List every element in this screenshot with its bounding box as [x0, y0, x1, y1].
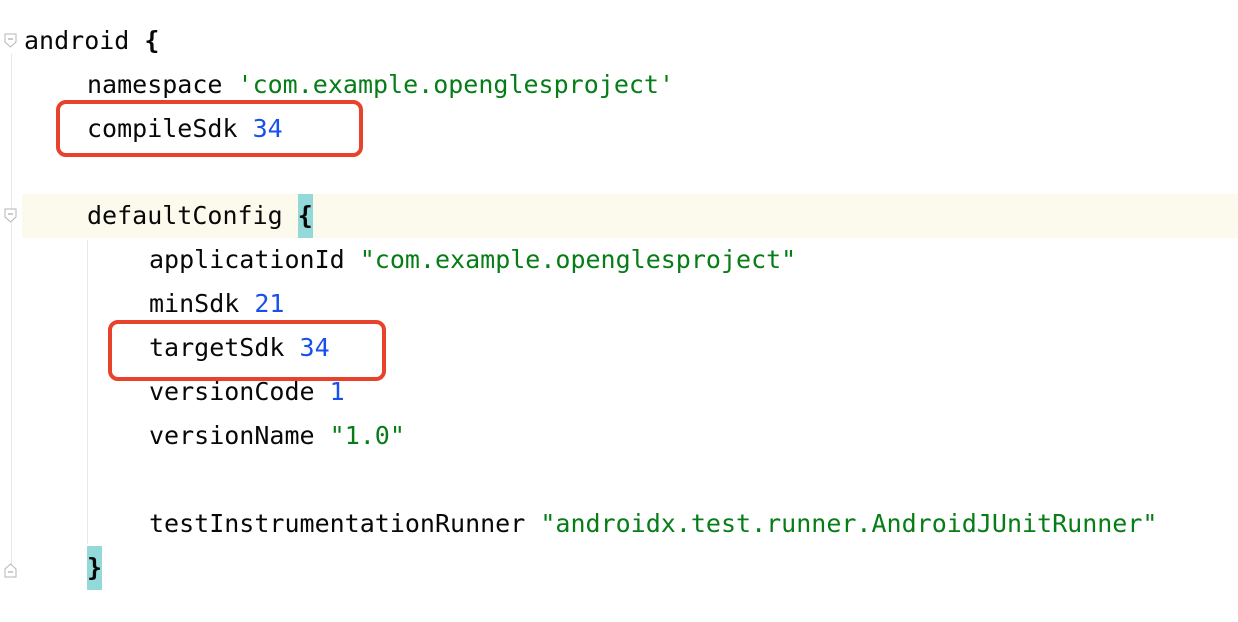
identifier: testInstrumentationRunner: [149, 509, 526, 538]
identifier: namespace: [87, 70, 223, 99]
code-editor[interactable]: android { namespace 'com.example.opengle…: [0, 0, 1238, 622]
identifier: android: [24, 26, 130, 55]
indent-guide: [87, 240, 88, 544]
identifier: versionName: [149, 421, 315, 450]
editor-gutter: [0, 0, 22, 622]
fold-guide: [11, 54, 12, 574]
string-literal: "1.0": [329, 421, 405, 450]
identifier: versionCode: [149, 377, 315, 406]
identifier: applicationId: [149, 245, 345, 274]
brace-open: {: [144, 26, 160, 55]
string-literal: "androidx.test.runner.AndroidJUnitRunner…: [540, 509, 1158, 538]
number-literal: 1: [329, 377, 345, 406]
annotation-box-compileSdk: [56, 100, 363, 157]
code-line-versionName[interactable]: versionName "1.0": [149, 414, 405, 458]
string-literal: 'com.example.openglesproject': [237, 70, 675, 99]
code-line-android[interactable]: android {: [24, 19, 159, 63]
string-literal: "com.example.openglesproject": [359, 245, 797, 274]
brace-close-matched: }: [87, 546, 103, 590]
number-literal: 21: [254, 289, 285, 318]
identifier: minSdk: [149, 289, 240, 318]
code-line-defaultConfig[interactable]: defaultConfig {: [87, 194, 313, 238]
fold-expand-end-icon[interactable]: [4, 563, 17, 578]
code-line-testInstrumentationRunner[interactable]: testInstrumentationRunner "androidx.test…: [149, 502, 1157, 546]
fold-collapse-icon[interactable]: [4, 208, 17, 223]
brace-open-matched: {: [297, 194, 313, 238]
code-line-close-brace[interactable]: }: [87, 546, 103, 590]
annotation-box-targetSdk: [108, 320, 386, 381]
identifier: defaultConfig: [87, 201, 283, 230]
code-line-applicationId[interactable]: applicationId "com.example.openglesproje…: [149, 238, 796, 282]
fold-collapse-icon[interactable]: [4, 33, 17, 48]
